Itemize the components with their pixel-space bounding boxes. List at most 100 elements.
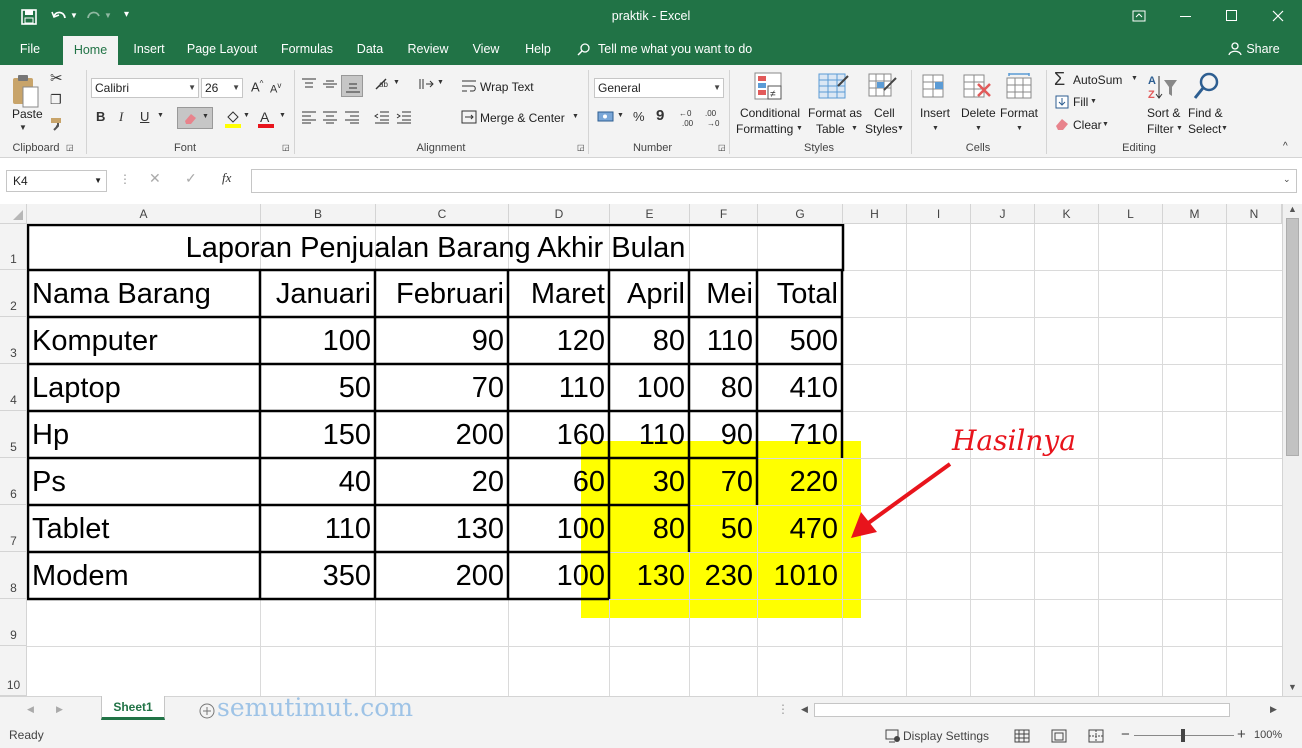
prev-sheet-icon[interactable]: ◀ [27,704,34,715]
value-cell[interactable]: 230 [689,553,757,599]
column-header[interactable]: F [690,204,758,224]
row-header[interactable]: 2 [0,270,27,317]
format-as-table-label-1[interactable]: Format as [808,106,862,120]
value-cell[interactable]: 60 [508,459,609,505]
comma-button[interactable]: 9 [656,107,664,124]
insert-cells-label[interactable]: Insert [920,106,950,120]
zoom-slider-thumb[interactable] [1181,729,1185,742]
confirm-entry-icon[interactable]: ✓ [185,170,197,187]
borders-button[interactable]: ▼ [177,107,213,129]
shrink-font-icon[interactable]: Av [270,81,281,96]
vertical-scrollbar[interactable]: ▲ ▼ [1282,204,1302,696]
column-header[interactable]: C [376,204,509,224]
item-name-cell[interactable]: Komputer [27,318,260,364]
insert-function-icon[interactable]: fx [222,170,231,186]
scroll-left-icon[interactable]: ◀ [801,704,808,715]
item-name-cell[interactable]: Tablet [27,506,260,552]
value-cell[interactable]: 50 [689,506,757,552]
paste-dropdown-icon[interactable]: ▼ [19,123,27,132]
autosum-button[interactable]: AutoSum [1073,73,1122,87]
bottom-align-button[interactable] [341,75,363,97]
row-header[interactable]: 7 [0,505,27,552]
wrap-text-icon[interactable] [461,78,477,94]
top-align-icon[interactable] [301,77,317,91]
align-right-icon[interactable] [344,110,360,124]
merge-dropdown-icon[interactable]: ▼ [572,113,579,120]
value-cell[interactable]: 110 [609,412,689,458]
text-direction-icon[interactable] [418,77,434,91]
close-icon[interactable] [1272,10,1284,22]
clear-eraser-icon[interactable] [1054,117,1070,131]
fill-dropdown-icon[interactable]: ▼ [1090,98,1097,105]
row-header[interactable]: 8 [0,552,27,599]
row-header[interactable]: 1 [0,224,27,270]
value-cell[interactable]: 350 [260,553,375,599]
cell-styles-label-2[interactable]: Styles [865,122,898,136]
font-color-dropdown-icon[interactable]: ▼ [279,112,286,119]
scroll-down-icon[interactable]: ▼ [1288,682,1297,692]
format-as-table-icon[interactable] [818,72,850,102]
conditional-dropdown-icon[interactable]: ▼ [796,125,803,132]
maximize-icon[interactable] [1226,10,1237,21]
italic-button[interactable]: I [119,109,123,125]
delete-cells-icon[interactable] [962,72,994,102]
value-cell[interactable]: 110 [689,318,757,364]
customize-qat-icon[interactable]: ▾ [124,9,129,20]
horizontal-scroll-thumb[interactable] [814,703,1230,717]
value-cell[interactable]: 80 [609,318,689,364]
sort-filter-label-2[interactable]: Filter [1147,122,1174,136]
column-header[interactable]: H [843,204,907,224]
find-select-label-2[interactable]: Select [1188,122,1221,136]
name-box[interactable]: K4 ▼ [6,170,107,192]
tab-insert[interactable]: Insert [124,34,174,65]
tab-help[interactable]: Help [518,34,558,65]
column-header[interactable]: J [971,204,1035,224]
header-cell[interactable]: Maret [508,271,609,317]
zoom-level[interactable]: 100% [1254,729,1282,741]
column-header[interactable]: E [610,204,690,224]
increase-indent-icon[interactable] [396,110,412,124]
value-cell[interactable]: 20 [375,459,508,505]
currency-icon[interactable] [597,109,615,125]
tab-formulas[interactable]: Formulas [274,34,340,65]
delete-cells-dropdown-icon[interactable]: ▼ [975,125,982,132]
orientation-icon[interactable]: ab [374,77,392,91]
font-launcher-icon[interactable]: ◲ [282,143,290,152]
value-cell[interactable]: 70 [689,459,757,505]
value-cell[interactable]: 130 [609,553,689,599]
value-cell[interactable]: 80 [609,506,689,552]
fill-button[interactable]: Fill [1073,95,1088,109]
total-cell[interactable]: 710 [757,412,842,458]
value-cell[interactable]: 110 [508,365,609,411]
column-header[interactable]: M [1163,204,1227,224]
insert-cells-dropdown-icon[interactable]: ▼ [932,125,939,132]
new-sheet-icon[interactable] [199,703,215,719]
value-cell[interactable]: 50 [260,365,375,411]
column-header[interactable]: I [907,204,971,224]
zoom-in-icon[interactable]: + [1237,726,1246,743]
value-cell[interactable]: 200 [375,412,508,458]
total-cell[interactable]: 470 [757,506,842,552]
find-select-label-1[interactable]: Find & [1188,106,1223,120]
format-cells-label[interactable]: Format [1000,106,1038,120]
clipboard-launcher-icon[interactable]: ◲ [66,143,74,152]
fill-icon[interactable] [1055,95,1069,109]
redo-icon[interactable] [86,9,102,23]
tab-file[interactable]: File [10,34,50,65]
cut-icon[interactable]: ✂ [50,69,63,87]
format-cells-icon[interactable] [1005,72,1035,102]
column-header[interactable]: N [1227,204,1282,224]
next-sheet-icon[interactable]: ▶ [56,704,63,715]
decrease-decimal-icon[interactable]: .00→0 [704,108,726,128]
save-icon[interactable] [21,9,37,25]
header-cell[interactable]: Mei [689,271,757,317]
fill-color-icon[interactable] [224,109,242,129]
copy-icon[interactable]: ❐ [50,92,62,108]
display-settings-icon[interactable] [885,729,901,743]
row-header[interactable]: 5 [0,411,27,458]
alignment-launcher-icon[interactable]: ◲ [577,143,585,152]
autosum-icon[interactable]: Σ [1054,69,1065,90]
decrease-indent-icon[interactable] [374,110,390,124]
text-direction-dropdown-icon[interactable]: ▼ [437,79,444,86]
display-settings-button[interactable]: Display Settings [903,729,989,743]
